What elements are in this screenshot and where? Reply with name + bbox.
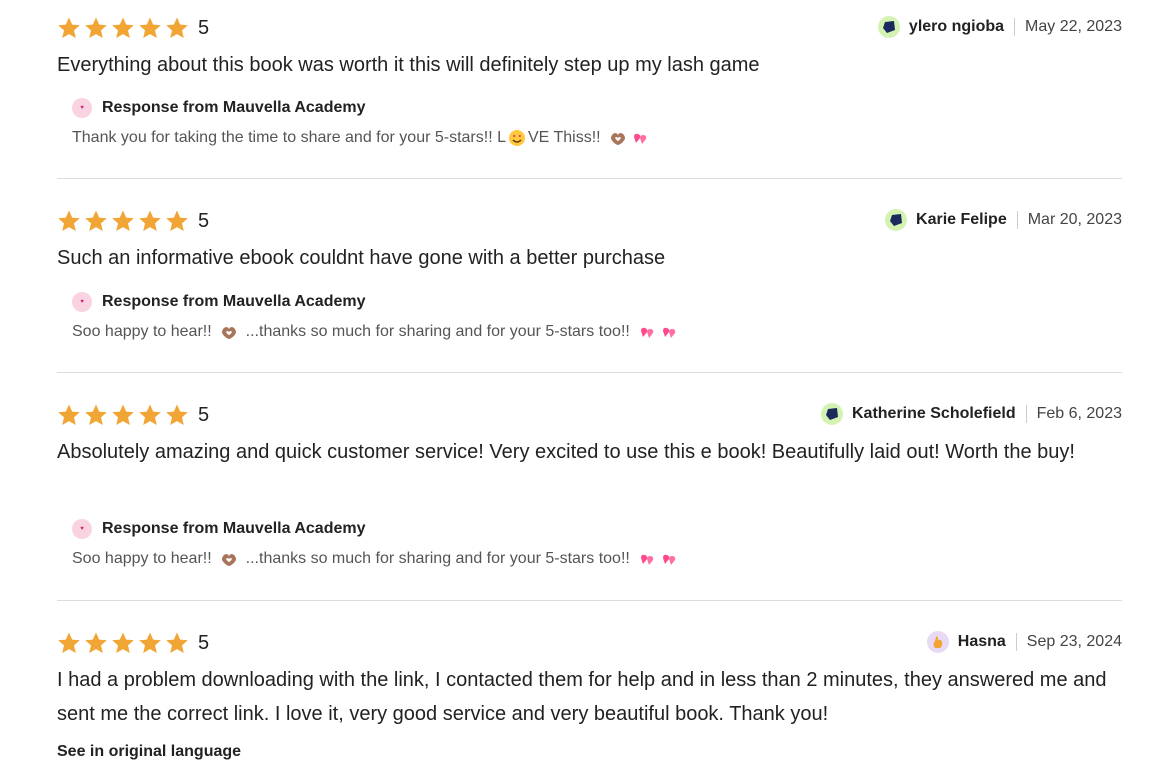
- star-icon: [165, 209, 189, 233]
- star-icon: [165, 631, 189, 655]
- heart-hands-emoji-icon: [220, 323, 238, 341]
- review-card: 5 Hasna Sep 23, 2024 I had a problem dow…: [57, 629, 1122, 767]
- response-text-part: Soo happy to hear!!: [72, 550, 212, 567]
- two-hearts-emoji-icon: [660, 550, 678, 568]
- review-meta: Karie Felipe Mar 20, 2023: [885, 208, 1122, 232]
- heart-hands-emoji-icon: [609, 129, 627, 147]
- star-icon: [111, 403, 135, 427]
- response-text: Thank you for taking the time to share a…: [72, 127, 651, 149]
- response-title: Response from Mauvella Academy: [102, 520, 366, 537]
- review-card: 5 ylero ngioba May 22, 2023 Everything a…: [57, 14, 1122, 164]
- star-rating: 5: [57, 629, 209, 657]
- review-card: 5 Karie Felipe Mar 20, 2023 Such an info…: [57, 207, 1122, 357]
- stars: [57, 631, 189, 655]
- review-meta: ylero ngioba May 22, 2023: [877, 15, 1122, 39]
- two-hearts-emoji-icon: [638, 323, 656, 341]
- rating-value: 5: [198, 209, 210, 232]
- hexagon-navy-icon: [821, 403, 843, 425]
- stars: [57, 209, 189, 233]
- reviewer-name[interactable]: Karie Felipe: [916, 211, 1007, 229]
- response-text-part: Thank you for taking the time to share a…: [72, 129, 506, 146]
- two-hearts-emoji-icon: [660, 323, 678, 341]
- review-divider: [57, 600, 1122, 601]
- response-text-part: Soo happy to hear!!: [72, 323, 212, 340]
- shop-logo-icon: ♥: [72, 98, 92, 118]
- rating-value: 5: [198, 16, 210, 39]
- review-text: Such an informative ebook couldnt have g…: [57, 247, 666, 269]
- star-icon: [84, 403, 108, 427]
- response-title: Response from Mauvella Academy: [102, 99, 366, 116]
- seller-response: ♥ Response from Mauvella Academy Thank y…: [72, 97, 651, 149]
- review-date: Sep 23, 2024: [1026, 633, 1122, 650]
- response-text: Soo happy to hear!! ...thanks so much fo…: [72, 321, 680, 343]
- meta-separator: [1025, 405, 1027, 423]
- review-card: 5 Katherine Scholefield Feb 6, 2023 Abso…: [57, 401, 1122, 581]
- reviewer-name[interactable]: Katherine Scholefield: [852, 405, 1016, 423]
- star-icon: [57, 631, 81, 655]
- two-hearts-emoji-icon: [638, 550, 656, 568]
- review-meta: Hasna Sep 23, 2024: [926, 630, 1122, 654]
- star-icon: [138, 16, 162, 40]
- review-date: May 22, 2023: [1025, 18, 1122, 35]
- star-icon: [57, 209, 81, 233]
- hexagon-navy-icon: [877, 16, 900, 38]
- star-icon: [57, 16, 81, 40]
- review-text: Everything about this book was worth it …: [57, 54, 760, 76]
- star-icon: [84, 16, 108, 40]
- review-date: Mar 20, 2023: [1027, 211, 1122, 228]
- star-icon: [111, 16, 135, 40]
- star-rating: 5: [57, 207, 209, 235]
- seller-response: ♥ Response from Mauvella Academy Soo hap…: [72, 518, 680, 570]
- meta-separator: [1015, 633, 1017, 651]
- reviewer-name[interactable]: ylero ngioba: [909, 18, 1004, 36]
- star-icon: [84, 631, 108, 655]
- see-original-language-link[interactable]: See in original language: [57, 743, 241, 761]
- star-icon: [165, 403, 189, 427]
- star-icon: [138, 403, 162, 427]
- response-text: Soo happy to hear!! ...thanks so much fo…: [72, 548, 680, 570]
- shop-logo-icon: ♥: [72, 292, 92, 312]
- review-date: Feb 6, 2023: [1036, 405, 1122, 422]
- response-text-part: ...thanks so much for sharing and for yo…: [245, 323, 630, 340]
- response-title: Response from Mauvella Academy: [102, 293, 366, 310]
- review-divider: [57, 372, 1122, 373]
- reviews-list: 5 ylero ngioba May 22, 2023 Everything a…: [0, 0, 1150, 767]
- hexagon-navy-icon: [885, 209, 908, 231]
- response-text-part: VE Thiss!!: [528, 129, 601, 146]
- reviewer-name[interactable]: Hasna: [958, 633, 1006, 651]
- star-icon: [165, 16, 189, 40]
- review-text: I had a problem downloading with the lin…: [57, 669, 1107, 725]
- review-divider: [57, 178, 1122, 179]
- star-icon: [57, 403, 81, 427]
- seller-response: ♥ Response from Mauvella Academy Soo hap…: [72, 291, 680, 343]
- review-text: Absolutely amazing and quick customer se…: [57, 441, 1075, 463]
- review-meta: Katherine Scholefield Feb 6, 2023: [821, 402, 1122, 426]
- heart-eyes-emoji-icon: [508, 129, 526, 147]
- shop-logo-icon: ♥: [72, 519, 92, 539]
- stars: [57, 403, 189, 427]
- rating-value: 5: [198, 403, 210, 426]
- star-icon: [111, 631, 135, 655]
- response-text-part: ...thanks so much for sharing and for yo…: [245, 550, 630, 567]
- star-rating: 5: [57, 14, 209, 42]
- hand-orange-icon: [926, 631, 949, 653]
- star-icon: [111, 209, 135, 233]
- star-icon: [138, 631, 162, 655]
- two-hearts-emoji-icon: [631, 129, 649, 147]
- star-rating: 5: [57, 401, 209, 429]
- star-icon: [138, 209, 162, 233]
- stars: [57, 16, 189, 40]
- star-icon: [84, 209, 108, 233]
- meta-separator: [1014, 18, 1016, 36]
- meta-separator: [1016, 211, 1018, 229]
- rating-value: 5: [198, 631, 210, 654]
- heart-hands-emoji-icon: [220, 550, 238, 568]
